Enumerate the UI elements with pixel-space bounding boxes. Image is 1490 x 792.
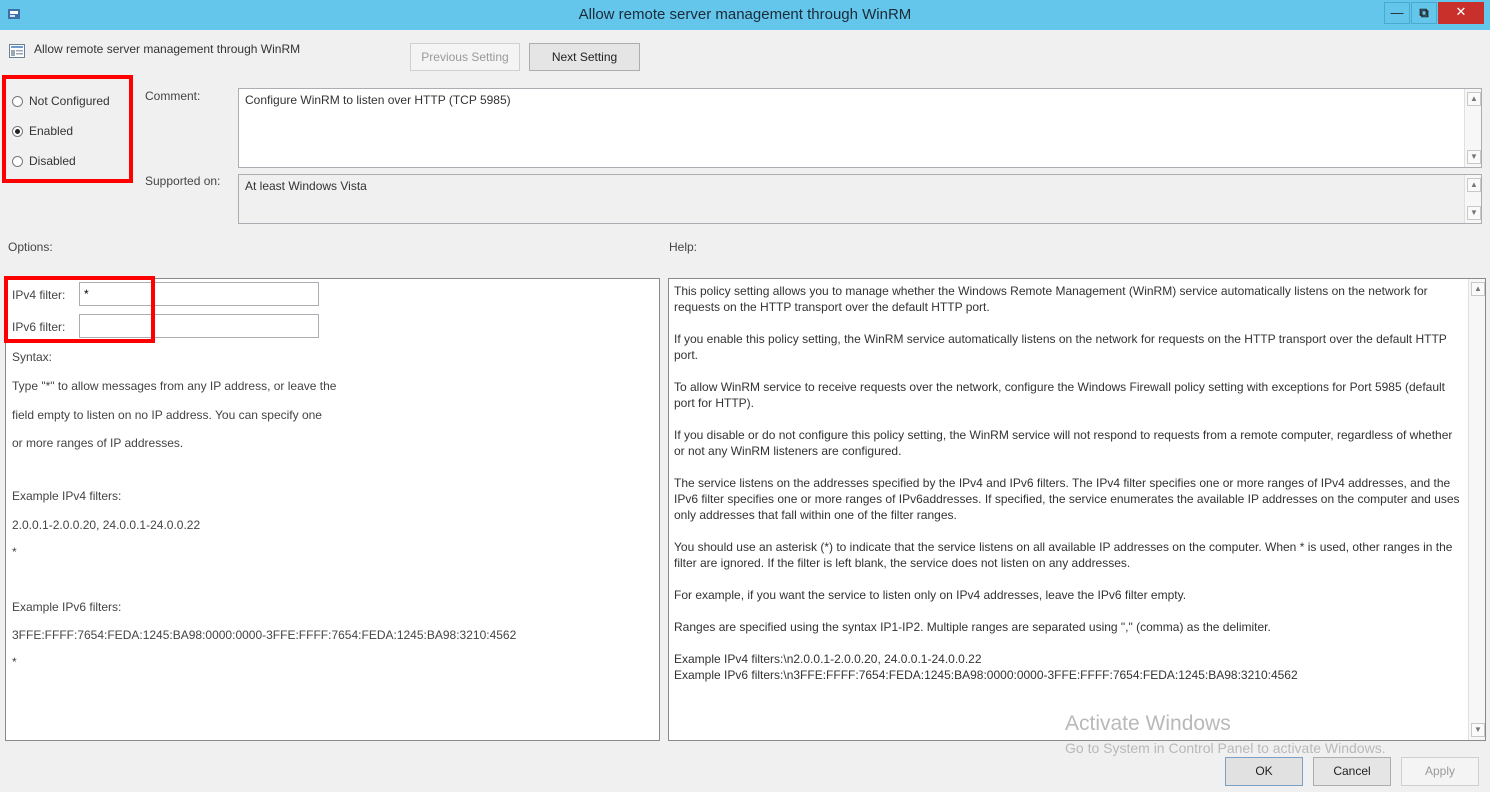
example-ipv4-label: Example IPv4 filters: <box>12 489 122 503</box>
maximize-button[interactable]: ⧉ <box>1411 2 1437 24</box>
filter-highlight-box <box>4 276 155 343</box>
scroll-down-icon[interactable]: ▼ <box>1467 206 1481 220</box>
scroll-up-icon[interactable]: ▲ <box>1467 92 1481 106</box>
radio-disabled[interactable]: Disabled <box>12 152 76 170</box>
scroll-up-icon[interactable]: ▲ <box>1471 282 1485 296</box>
syntax-line-1: Type "*" to allow messages from any IP a… <box>12 379 337 393</box>
syntax-line-3: or more ranges of IP addresses. <box>12 436 184 450</box>
radio-enabled-label: Enabled <box>29 124 74 138</box>
previous-setting-button[interactable]: Previous Setting <box>410 43 520 71</box>
cancel-button[interactable]: Cancel <box>1313 757 1391 786</box>
radio-not-configured-indicator <box>12 95 23 107</box>
activate-windows-hint: Go to System in Control Panel to activat… <box>1065 740 1386 756</box>
comment-field[interactable]: Configure WinRM to listen over HTTP (TCP… <box>238 88 1482 168</box>
comment-label: Comment: <box>145 89 201 103</box>
example-ipv6-value: 3FFE:FFFF:7654:FEDA:1245:BA98:0000:0000-… <box>12 628 517 642</box>
scroll-down-icon[interactable]: ▼ <box>1467 150 1481 164</box>
radio-not-configured[interactable]: Not Configured <box>12 92 110 110</box>
scroll-down-icon[interactable]: ▼ <box>1471 723 1485 737</box>
window-title: Allow remote server management through W… <box>578 6 912 23</box>
options-panel <box>5 278 660 741</box>
policy-setting-icon <box>9 44 25 58</box>
minimize-button[interactable]: — <box>1384 2 1410 24</box>
help-paragraph: To allow WinRM service to receive reques… <box>674 380 1446 410</box>
help-paragraph: Ranges are specified using the syntax IP… <box>674 620 1271 634</box>
supported-on-scrollbar[interactable]: ▲ ▼ <box>1464 175 1481 223</box>
supported-on-field: At least Windows Vista ▲ ▼ <box>238 174 1482 224</box>
help-paragraph: If you enable this policy setting, the W… <box>674 332 1447 362</box>
help-paragraph: This policy setting allows you to manage… <box>674 284 1428 314</box>
help-paragraph: The service listens on the addresses spe… <box>674 476 1460 522</box>
close-button[interactable]: ✕ <box>1438 2 1484 24</box>
radio-disabled-label: Disabled <box>29 154 76 168</box>
ok-button[interactable]: OK <box>1225 757 1303 786</box>
syntax-label: Syntax: <box>12 350 53 364</box>
example-ipv4-star: * <box>12 545 17 559</box>
comment-value: Configure WinRM to listen over HTTP (TCP… <box>245 93 511 107</box>
comment-scrollbar[interactable]: ▲ ▼ <box>1464 89 1481 167</box>
help-paragraph: You should use an asterisk (*) to indica… <box>674 540 1453 570</box>
next-setting-button[interactable]: Next Setting <box>529 43 640 71</box>
radio-disabled-indicator <box>12 155 23 167</box>
syntax-line-2: field empty to listen on no IP address. … <box>12 408 322 422</box>
help-label: Help: <box>669 240 698 254</box>
example-ipv4-value: 2.0.0.1-2.0.0.20, 24.0.0.1-24.0.0.22 <box>12 518 201 532</box>
help-examples: Example IPv4 filters:\n2.0.0.1-2.0.0.20,… <box>674 652 1298 682</box>
example-ipv6-star: * <box>12 655 17 669</box>
radio-enabled[interactable]: Enabled <box>12 122 73 140</box>
help-paragraph: For example, if you want the service to … <box>674 588 1187 602</box>
policy-name: Allow remote server management through W… <box>34 42 301 56</box>
apply-button[interactable]: Apply <box>1401 757 1479 786</box>
help-paragraph: If you disable or do not configure this … <box>674 428 1453 458</box>
radio-not-configured-label: Not Configured <box>29 94 110 108</box>
supported-on-value: At least Windows Vista <box>245 179 367 193</box>
activate-windows-watermark: Activate Windows <box>1065 712 1231 735</box>
example-ipv6-label: Example IPv6 filters: <box>12 600 122 614</box>
options-label: Options: <box>8 240 53 254</box>
help-content: This policy setting allows you to manage… <box>674 283 1464 683</box>
help-panel: This policy setting allows you to manage… <box>668 278 1486 741</box>
scroll-up-icon[interactable]: ▲ <box>1467 178 1481 192</box>
radio-enabled-indicator <box>12 125 23 137</box>
help-scrollbar[interactable]: ▲ ▼ <box>1468 279 1485 740</box>
supported-on-label: Supported on: <box>145 174 221 188</box>
